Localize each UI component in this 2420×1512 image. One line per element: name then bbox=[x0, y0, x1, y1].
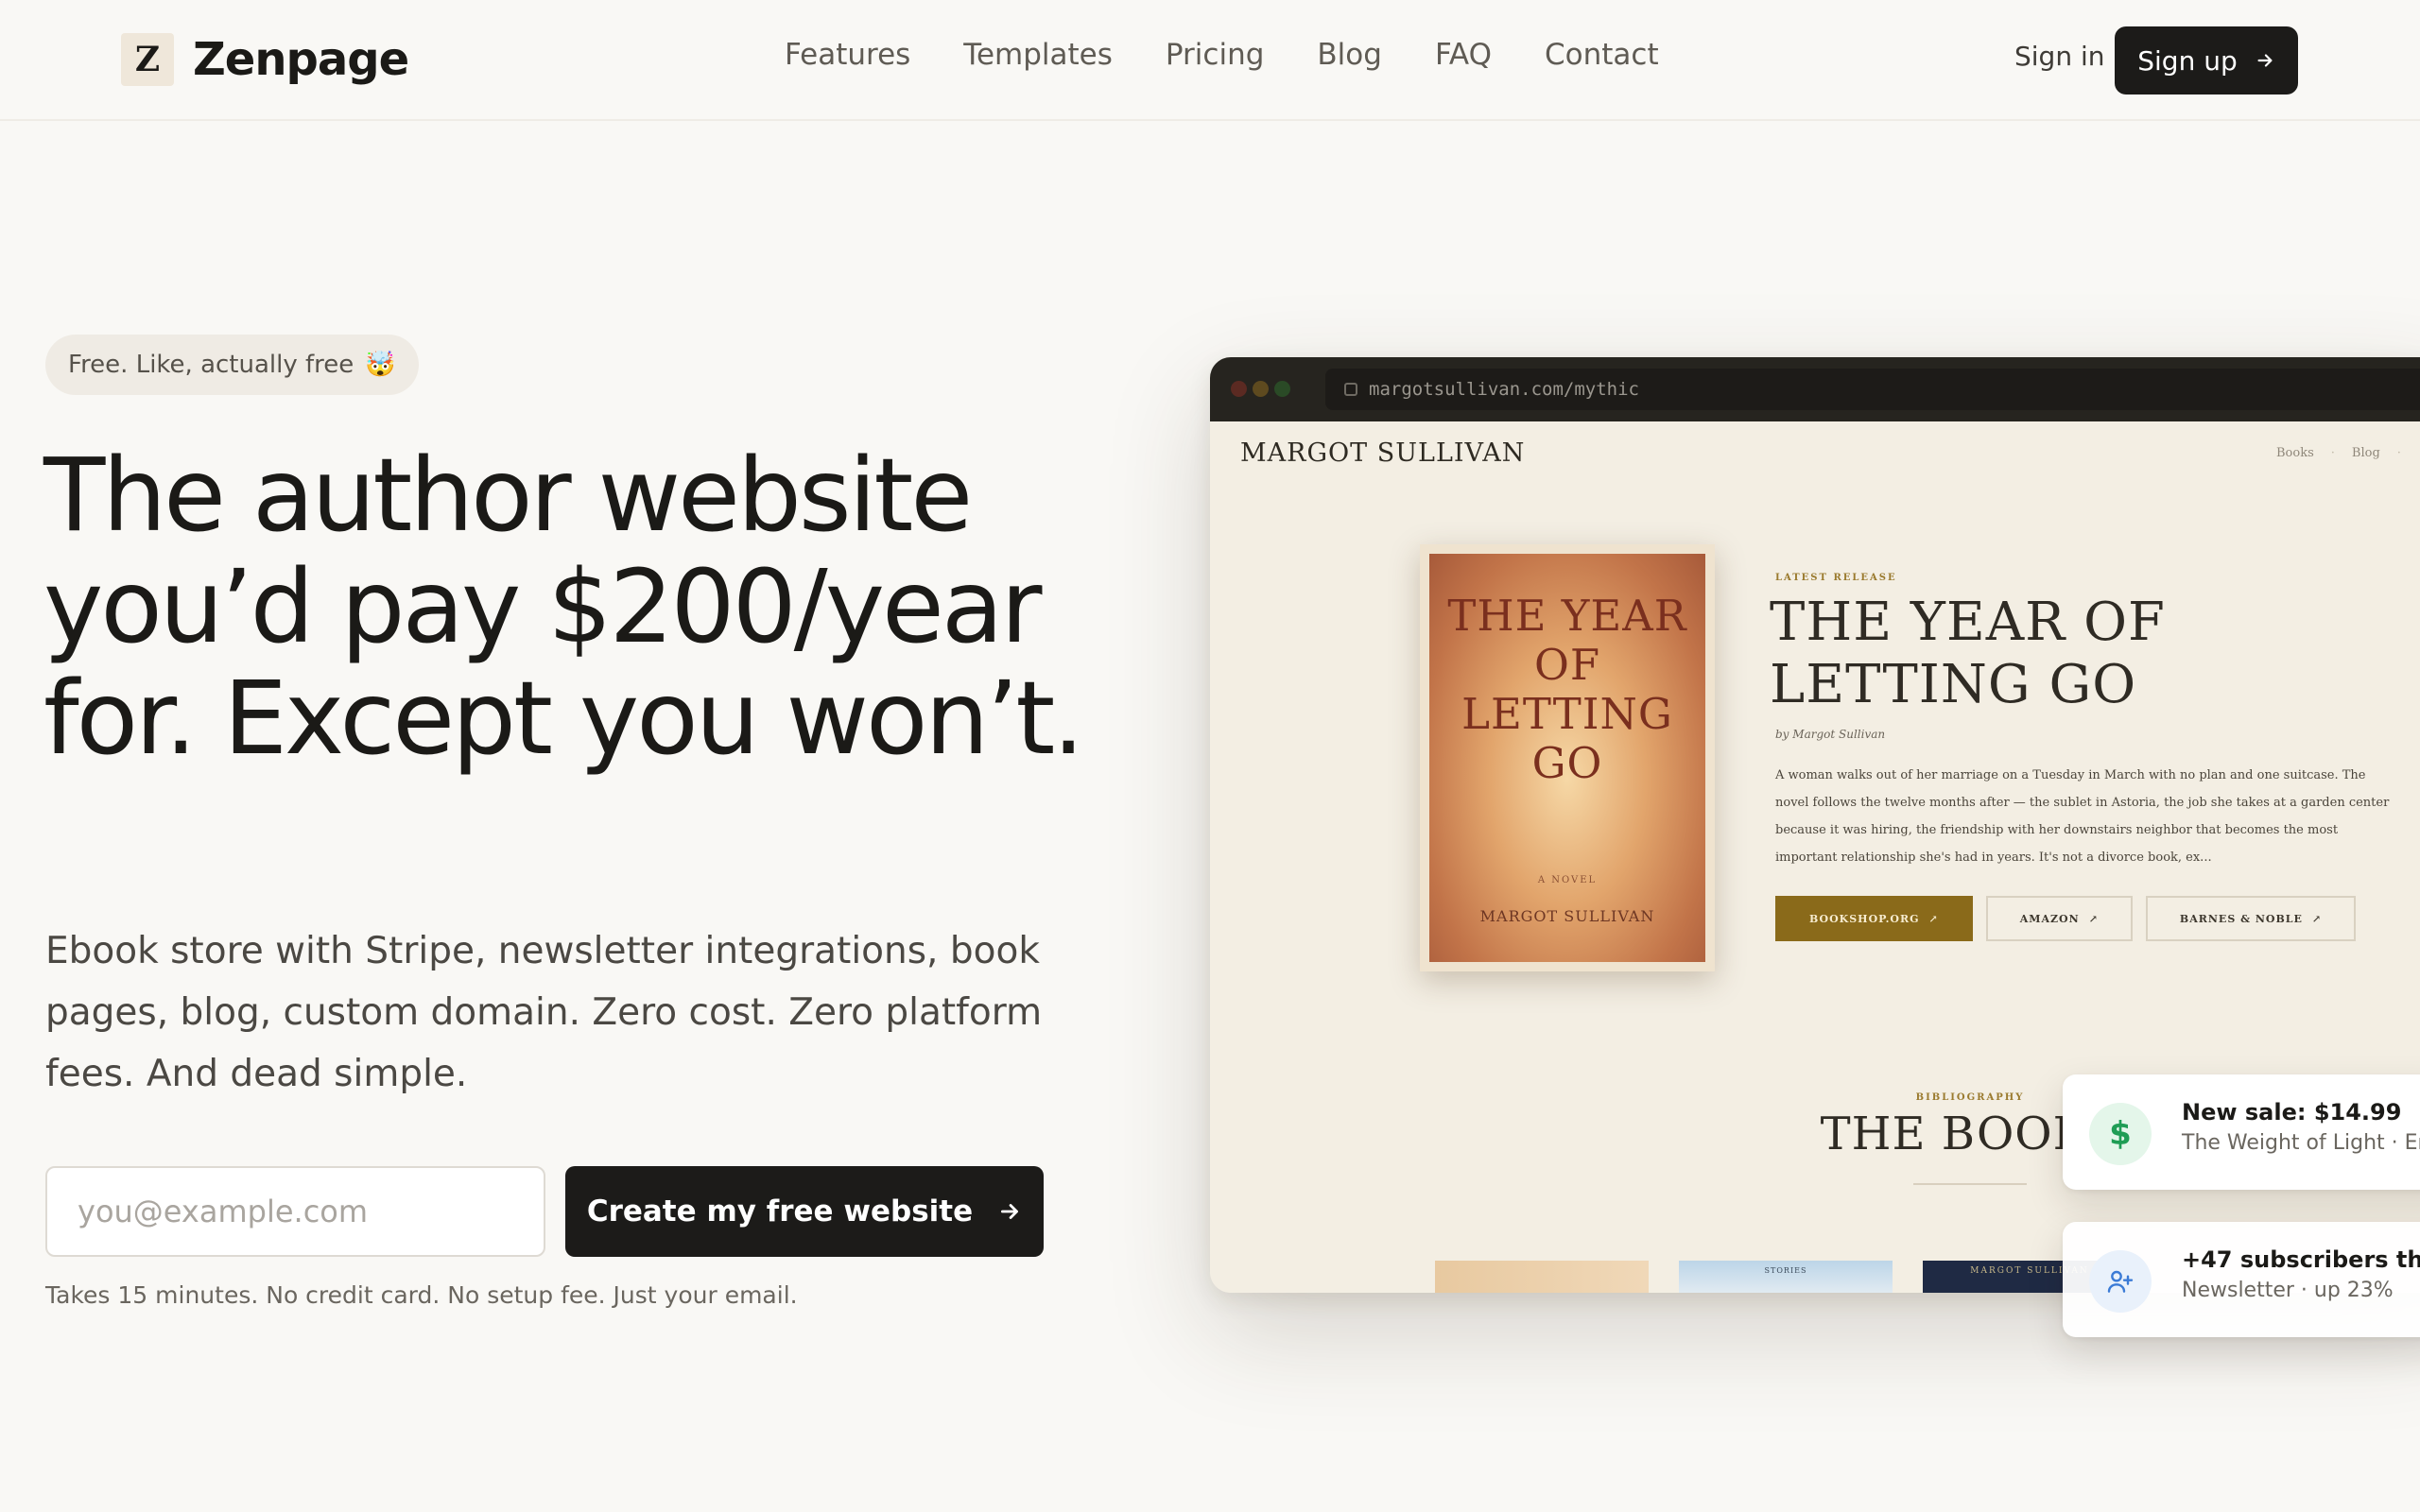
book-cover: THE YEAR OF LETTING GO A NOVEL MARGOT SU… bbox=[1420, 544, 1715, 971]
site-nav-blog: Blog bbox=[2351, 446, 2380, 460]
create-website-label: Create my free website bbox=[586, 1194, 974, 1228]
email-input[interactable] bbox=[45, 1166, 545, 1257]
book-thumbnail: STORIES bbox=[1679, 1261, 1893, 1293]
hero-headline: The author website you’d pay $200/year f… bbox=[43, 438, 1084, 778]
bibliography-divider bbox=[1913, 1183, 2027, 1185]
external-link-icon: ↗ bbox=[2088, 912, 2099, 925]
sign-in-link[interactable]: Sign in bbox=[2014, 41, 2105, 72]
release-description: A woman walks out of her marriage on a T… bbox=[1775, 768, 2390, 865]
nav-link-contact[interactable]: Contact bbox=[1545, 38, 1659, 72]
subscribers-notification: +47 subscribers this w Newsletter · up 2… bbox=[2063, 1222, 2420, 1337]
site-nav: Books · Blog · bbox=[2276, 446, 2401, 460]
amazon-button: AMAZON ↗ bbox=[1985, 896, 2133, 941]
subscribers-title: +47 subscribers this w bbox=[2182, 1246, 2420, 1273]
address-url: margotsullivan.com/mythic bbox=[1369, 379, 1639, 400]
barnes-noble-button: BARNES & NOBLE ↗ bbox=[2145, 896, 2357, 941]
new-sale-notification: $ New sale: $14.99 The Weight of Light ·… bbox=[2063, 1074, 2420, 1190]
sign-up-button[interactable]: Sign up bbox=[2115, 26, 2298, 94]
bookshop-button: BOOKSHOP.ORG ↗ bbox=[1775, 896, 1973, 941]
hero-subheadline: Ebook store with Stripe, newsletter inte… bbox=[45, 930, 1043, 1095]
logo-mark: Z bbox=[121, 33, 174, 86]
address-bar: margotsullivan.com/mythic bbox=[1325, 369, 2420, 410]
buy-buttons: BOOKSHOP.ORG ↗ AMAZON ↗ BARNES & NOBLE ↗ bbox=[1775, 896, 2357, 941]
book-cover-title: THE YEAR OF LETTING GO bbox=[1447, 591, 1687, 788]
barnes-noble-label: BARNES & NOBLE bbox=[2179, 912, 2303, 925]
amazon-label: AMAZON bbox=[2019, 912, 2080, 925]
nav-link-blog[interactable]: Blog bbox=[1317, 38, 1382, 72]
new-sale-title: New sale: $14.99 bbox=[2182, 1099, 2402, 1125]
new-sale-subtitle: The Weight of Light · Em bbox=[2182, 1131, 2420, 1155]
bookshop-label: BOOKSHOP.ORG bbox=[1809, 912, 1920, 925]
book-thumbnail-label: STORIES bbox=[1764, 1266, 1807, 1275]
arrow-right-icon bbox=[1001, 1204, 1019, 1219]
window-minimize-dot bbox=[1253, 381, 1269, 397]
window-close-dot bbox=[1231, 381, 1247, 397]
free-badge: Free. Like, actually free 🤯 bbox=[45, 335, 419, 395]
book-cover-label: A NOVEL bbox=[1537, 875, 1598, 885]
exploding-head-emoji-icon: 🤯 bbox=[365, 351, 396, 379]
nav-link-faq[interactable]: FAQ bbox=[1435, 38, 1492, 72]
book-thumbnail bbox=[1435, 1261, 1649, 1293]
window-maximize-dot bbox=[1274, 381, 1290, 397]
free-badge-label: Free. Like, actually free bbox=[68, 351, 354, 379]
nav-link-pricing[interactable]: Pricing bbox=[1166, 38, 1265, 72]
nav-links: Features Templates Pricing Blog FAQ Cont… bbox=[785, 38, 1659, 72]
bibliography-tag: BIBLIOGRAPHY bbox=[1915, 1092, 2025, 1103]
user-plus-icon bbox=[2089, 1250, 2152, 1313]
external-link-icon: ↗ bbox=[2311, 912, 2323, 925]
site-info-icon bbox=[1344, 383, 1357, 396]
signup-note: Takes 15 minutes. No credit card. No set… bbox=[45, 1281, 798, 1309]
site-nav-separator: · bbox=[2330, 446, 2335, 460]
logo[interactable]: Z Zenpage bbox=[121, 33, 409, 86]
arrow-right-icon bbox=[2257, 54, 2273, 67]
release-title: THE YEAR OF LETTING GO bbox=[1770, 592, 2166, 715]
create-website-button[interactable]: Create my free website bbox=[565, 1166, 1044, 1257]
site-brand: MARGOT SULLIVAN bbox=[1240, 438, 1526, 468]
release-byline: by Margot Sullivan bbox=[1775, 728, 1886, 741]
subscribers-subtitle: Newsletter · up 23% bbox=[2182, 1279, 2394, 1302]
book-cover-art: THE YEAR OF LETTING GO A NOVEL MARGOT SU… bbox=[1429, 554, 1705, 962]
book-cover-author: MARGOT SULLIVAN bbox=[1479, 907, 1655, 925]
logo-text: Zenpage bbox=[193, 33, 409, 86]
release-tag: LATEST RELEASE bbox=[1775, 573, 1897, 583]
site-nav-books: Books bbox=[2276, 446, 2314, 460]
nav-link-features[interactable]: Features bbox=[785, 38, 910, 72]
external-link-icon: ↗ bbox=[1928, 912, 1939, 925]
top-nav: Z Zenpage Features Templates Pricing Blo… bbox=[0, 0, 2420, 121]
browser-chrome: margotsullivan.com/mythic bbox=[1210, 357, 2420, 421]
site-nav-separator: · bbox=[2396, 446, 2401, 460]
nav-link-templates[interactable]: Templates bbox=[963, 38, 1113, 72]
sign-up-label: Sign up bbox=[2137, 44, 2238, 77]
dollar-icon: $ bbox=[2089, 1103, 2152, 1165]
